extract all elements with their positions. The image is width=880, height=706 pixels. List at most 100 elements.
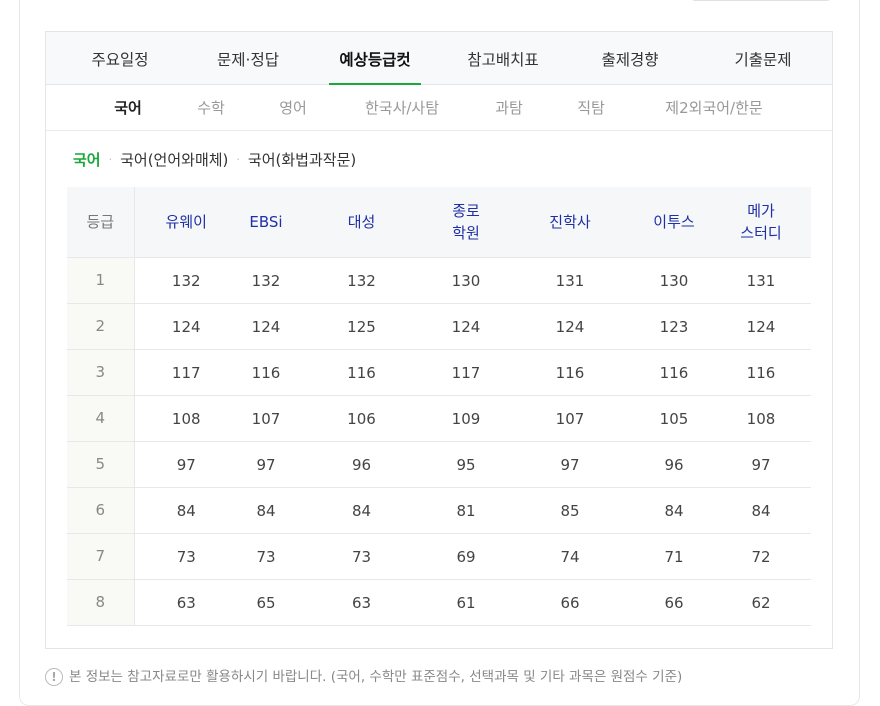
- score-cell: 84: [294, 487, 429, 534]
- subtab-history-social[interactable]: 한국사/사탐: [347, 85, 457, 130]
- top-button-edge: [691, 0, 831, 1]
- score-cell: 73: [294, 533, 429, 580]
- table-row: 2 124 124 125 124 124 123 124: [67, 303, 811, 350]
- score-cell: 124: [503, 303, 637, 350]
- score-cell: 73: [134, 533, 238, 580]
- tab-expected-grade-cut[interactable]: 예상등급컷: [329, 32, 421, 85]
- score-cell: 84: [134, 487, 238, 534]
- provider-header: 유웨이: [134, 187, 238, 258]
- score-cell: 132: [134, 257, 238, 304]
- grade-cell: 8: [67, 579, 135, 626]
- score-cell: 130: [429, 257, 503, 304]
- score-cell: 61: [429, 579, 503, 626]
- subtab-second-language[interactable]: 제2외국어/한문: [649, 85, 779, 130]
- score-cell: 124: [429, 303, 503, 350]
- score-cell: 71: [637, 533, 711, 580]
- tab-past-exams[interactable]: 기출문제: [698, 32, 828, 84]
- score-cell: 84: [637, 487, 711, 534]
- score-cell: 107: [238, 395, 294, 442]
- subject-tab-bar: 국어 수학 영어 한국사/사탐 과탐 직탐 제2외국어/한문: [46, 85, 832, 131]
- score-cell: 62: [711, 579, 811, 626]
- tab-schedule[interactable]: 주요일정: [46, 32, 194, 84]
- score-cell: 105: [637, 395, 711, 442]
- score-cell: 96: [294, 441, 429, 488]
- score-cell: 66: [503, 579, 637, 626]
- filter-korean[interactable]: 국어: [73, 151, 101, 169]
- tab-questions-answers[interactable]: 문제·정답: [194, 32, 302, 84]
- score-cell: 97: [134, 441, 238, 488]
- score-cell: 124: [238, 303, 294, 350]
- main-tab-bar: 주요일정 문제·정답 예상등급컷 참고배치표 출제경향 기출문제: [46, 32, 832, 85]
- tab-exam-trends[interactable]: 출제경향: [576, 32, 684, 84]
- table-row: 8 63 65 63 61 66 66 62: [67, 579, 811, 626]
- provider-header: 대성: [294, 187, 429, 258]
- subject-filter: 국어 · 국어(언어와매체) · 국어(화법과작문): [73, 149, 356, 171]
- score-cell: 131: [503, 257, 637, 304]
- grade-cell: 7: [67, 533, 135, 580]
- subtab-english[interactable]: 영어: [263, 85, 323, 130]
- notice: ! 본 정보는 참고자료로만 활용하시기 바랍니다. (국어, 수학만 표준점수,…: [45, 666, 682, 688]
- score-cell: 97: [711, 441, 811, 488]
- table-row: 5 97 97 96 95 97 96 97: [67, 441, 811, 488]
- score-cell: 124: [711, 303, 811, 350]
- score-cell: 63: [294, 579, 429, 626]
- score-cell: 97: [503, 441, 637, 488]
- score-cell: 96: [637, 441, 711, 488]
- score-cell: 117: [429, 349, 503, 396]
- grade-cell: 5: [67, 441, 135, 488]
- notice-text: 본 정보는 참고자료로만 활용하시기 바랍니다. (국어, 수학만 표준점수, …: [69, 669, 683, 685]
- score-cell: 130: [637, 257, 711, 304]
- grade-cut-table: 등급 유웨이 EBSi 대성 종로 학원 진학사 이투스 메가 스터디 1 132 13…: [67, 187, 811, 626]
- filter-korean-language-media[interactable]: 국어(언어와매체): [120, 151, 228, 169]
- score-cell: 124: [134, 303, 238, 350]
- tab-reference-placement[interactable]: 참고배치표: [446, 32, 560, 84]
- filter-korean-speech-writing[interactable]: 국어(화법과작문): [248, 151, 356, 169]
- score-cell: 84: [711, 487, 811, 534]
- score-cell: 132: [238, 257, 294, 304]
- score-cell: 116: [711, 349, 811, 396]
- table-row: 1 132 132 132 130 131 130 131: [67, 257, 811, 304]
- score-cell: 74: [503, 533, 637, 580]
- score-cell: 116: [238, 349, 294, 396]
- score-cell: 123: [637, 303, 711, 350]
- score-cell: 84: [238, 487, 294, 534]
- score-cell: 125: [294, 303, 429, 350]
- table-row: 7 73 73 73 69 74 71 72: [67, 533, 811, 580]
- score-cell: 116: [637, 349, 711, 396]
- score-cell: 73: [238, 533, 294, 580]
- exclamation-icon: !: [45, 668, 63, 686]
- score-cell: 95: [429, 441, 503, 488]
- grade-cell: 4: [67, 395, 135, 442]
- score-cell: 97: [238, 441, 294, 488]
- subtab-korean[interactable]: 국어: [98, 85, 158, 130]
- table-row: 6 84 84 84 81 85 84 84: [67, 487, 811, 534]
- filter-separator: ·: [236, 153, 240, 166]
- score-cell: 132: [294, 257, 429, 304]
- grade-column-header: 등급: [67, 187, 135, 258]
- subtab-science[interactable]: 과탐: [479, 85, 539, 130]
- score-cell: 81: [429, 487, 503, 534]
- score-cell: 116: [503, 349, 637, 396]
- score-cell: 116: [294, 349, 429, 396]
- provider-header: 메가 스터디: [711, 187, 811, 258]
- subtab-vocational[interactable]: 직탐: [561, 85, 621, 130]
- score-cell: 72: [711, 533, 811, 580]
- provider-header: 종로 학원: [429, 187, 503, 258]
- provider-header: 이투스: [637, 187, 711, 258]
- provider-header: 진학사: [503, 187, 637, 258]
- score-cell: 63: [134, 579, 238, 626]
- grade-cut-panel: 주요일정 문제·정답 예상등급컷 참고배치표 출제경향 기출문제 국어 수학 영…: [45, 31, 833, 649]
- score-cell: 106: [294, 395, 429, 442]
- grade-cell: 6: [67, 487, 135, 534]
- provider-header: EBSi: [238, 187, 294, 258]
- score-cell: 65: [238, 579, 294, 626]
- grade-cell: 2: [67, 303, 135, 350]
- score-cell: 131: [711, 257, 811, 304]
- table-row: 4 108 107 106 109 107 105 108: [67, 395, 811, 442]
- table-row: 3 117 116 116 117 116 116 116: [67, 349, 811, 396]
- score-cell: 66: [637, 579, 711, 626]
- score-cell: 107: [503, 395, 637, 442]
- subtab-math[interactable]: 수학: [181, 85, 241, 130]
- score-cell: 117: [134, 349, 238, 396]
- score-cell: 85: [503, 487, 637, 534]
